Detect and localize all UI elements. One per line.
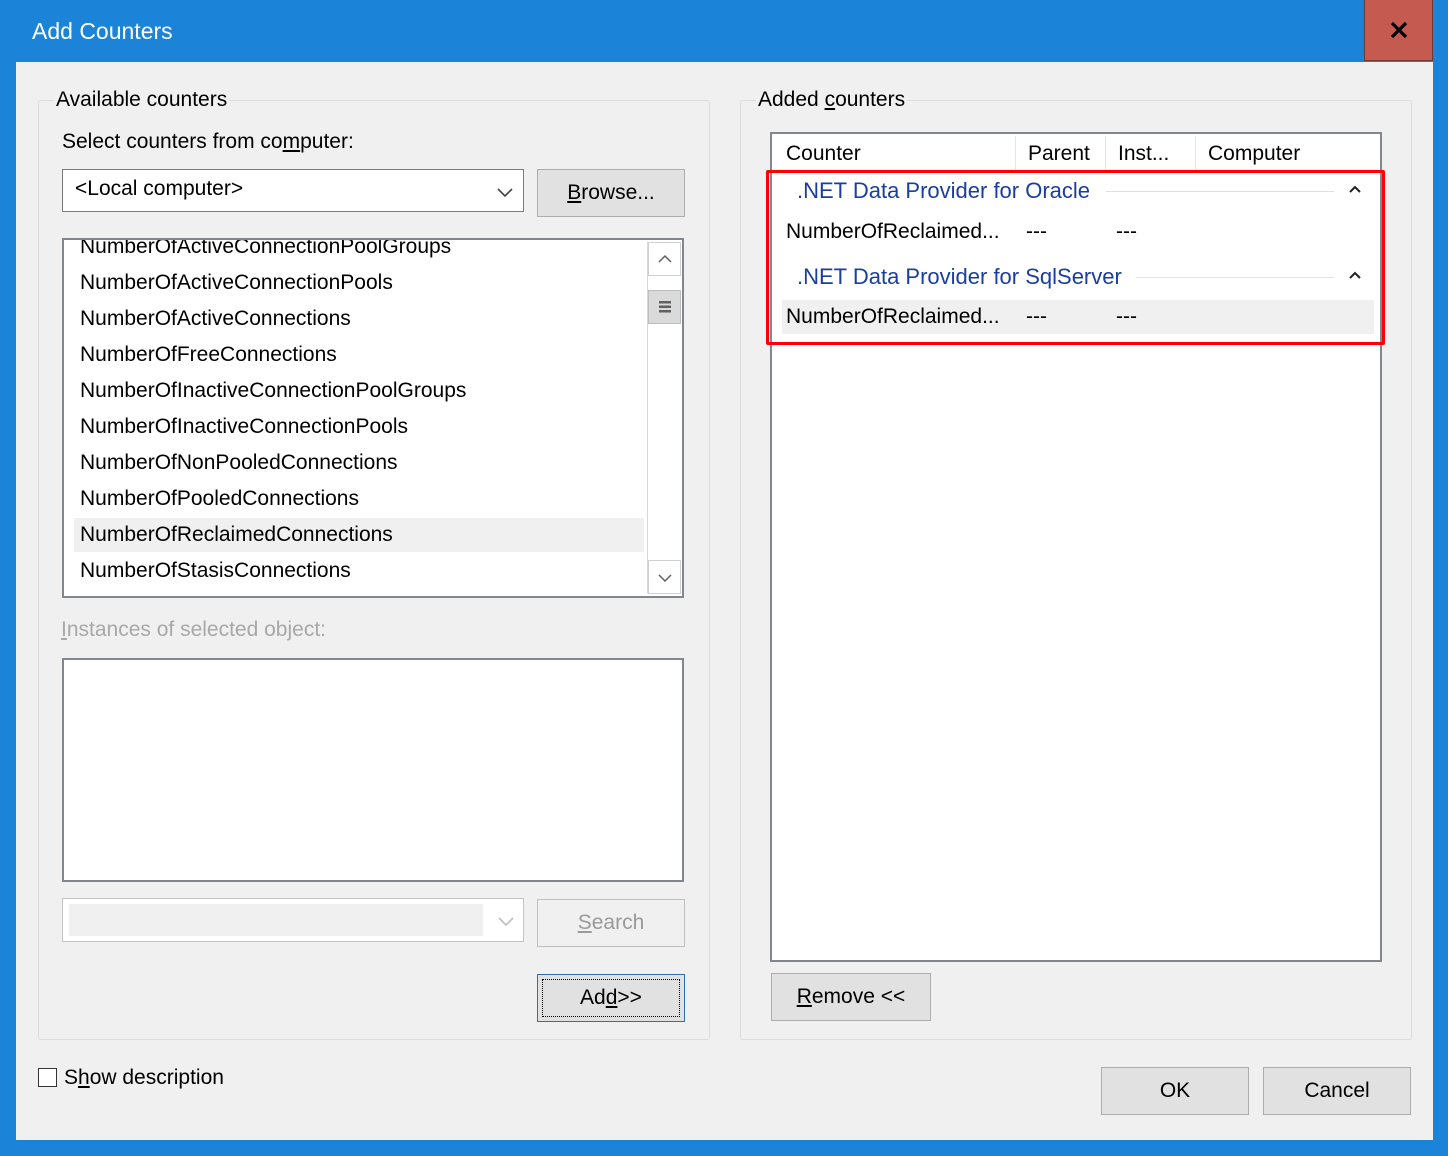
group-header-sqlserver[interactable]: .NET Data Provider for SqlServer [797, 264, 1122, 290]
scroll-down-button[interactable] [648, 560, 681, 594]
vertical-scrollbar[interactable] [647, 242, 681, 594]
counter-list-item[interactable]: NumberOfFreeConnections [74, 338, 644, 372]
cell-parent: --- [1026, 305, 1047, 328]
grip-icon [659, 301, 671, 313]
counter-list-item[interactable]: NumberOfPooledConnections [74, 482, 644, 516]
search-instances-field [69, 904, 483, 936]
cell-counter: NumberOfReclaimed... [786, 305, 1000, 328]
counter-list-item[interactable]: NumberOfActiveConnections [74, 302, 644, 336]
added-counters-table[interactable]: Counter Parent Inst... Computer .NET Dat… [770, 132, 1382, 962]
counter-list-item-selected[interactable]: NumberOfReclaimedConnections [74, 518, 644, 552]
ok-button[interactable]: OK [1101, 1067, 1249, 1115]
scroll-thumb[interactable] [648, 290, 681, 324]
browse-button[interactable]: Browse... [537, 169, 685, 217]
counter-list-item[interactable]: NumberOfActiveConnectionPools [74, 266, 644, 300]
remove-button[interactable]: Remove << [771, 973, 931, 1021]
add-button[interactable]: Ad d >> [537, 974, 685, 1022]
title-bar [0, 0, 1448, 62]
column-header-instance[interactable]: Inst... [1106, 136, 1196, 170]
scroll-up-button[interactable] [648, 242, 681, 276]
available-counters-list[interactable]: NumberOfActiveConnectionPoolGroups Numbe… [62, 238, 684, 598]
counter-list-item[interactable]: NumberOfInactiveConnectionPools [74, 410, 644, 444]
column-header-parent[interactable]: Parent [1016, 136, 1106, 170]
column-header-computer[interactable]: Computer [1196, 136, 1378, 170]
group-header-oracle[interactable]: .NET Data Provider for Oracle [797, 178, 1090, 204]
table-row[interactable]: NumberOfReclaimed... --- --- [782, 214, 1374, 250]
cell-parent: --- [1026, 220, 1047, 243]
cell-instance: --- [1116, 220, 1137, 243]
instances-list[interactable] [62, 658, 684, 882]
chevron-down-icon [498, 917, 514, 927]
table-row-selected[interactable]: NumberOfReclaimed... --- --- [782, 300, 1374, 334]
counter-list-item[interactable]: NumberOfStasisConnections [74, 554, 644, 588]
collapse-chevron-icon[interactable] [1348, 270, 1362, 280]
available-counters-label: Available counters [54, 88, 230, 112]
computer-select[interactable]: <Local computer> [62, 169, 524, 212]
computer-select-value: <Local computer> [75, 177, 244, 200]
column-header-counter[interactable]: Counter [774, 136, 1016, 170]
select-computer-label: Select counters from computer: [62, 130, 354, 153]
search-button: Search [537, 899, 685, 947]
group-divider [1136, 277, 1334, 278]
table-header: Counter Parent Inst... Computer [774, 136, 1378, 170]
cell-instance: --- [1116, 305, 1137, 328]
chevron-down-icon [658, 574, 672, 583]
counter-list-item[interactable]: NumberOfActiveConnectionPoolGroups [74, 240, 644, 264]
group-divider [1106, 191, 1334, 192]
focus-ring [542, 979, 680, 1017]
cell-counter: NumberOfReclaimed... [786, 220, 1000, 243]
show-description-label[interactable]: Show description [64, 1066, 224, 1090]
instances-label: Instances of selected object: [61, 618, 327, 641]
counter-list-item[interactable]: NumberOfNonPooledConnections [74, 446, 644, 480]
search-instances-combo [62, 898, 524, 942]
chevron-up-icon [658, 254, 672, 263]
show-description-checkbox[interactable] [38, 1068, 57, 1087]
cancel-button[interactable]: Cancel [1263, 1067, 1411, 1115]
close-button[interactable] [1364, 0, 1433, 61]
window-title: Add Counters [32, 18, 173, 44]
close-x-icon [1390, 22, 1407, 38]
added-counters-label: Added counters [756, 88, 908, 112]
collapse-chevron-icon[interactable] [1348, 184, 1362, 194]
counter-list-item[interactable]: NumberOfInactiveConnectionPoolGroups [74, 374, 644, 408]
chevron-down-icon [497, 188, 513, 198]
